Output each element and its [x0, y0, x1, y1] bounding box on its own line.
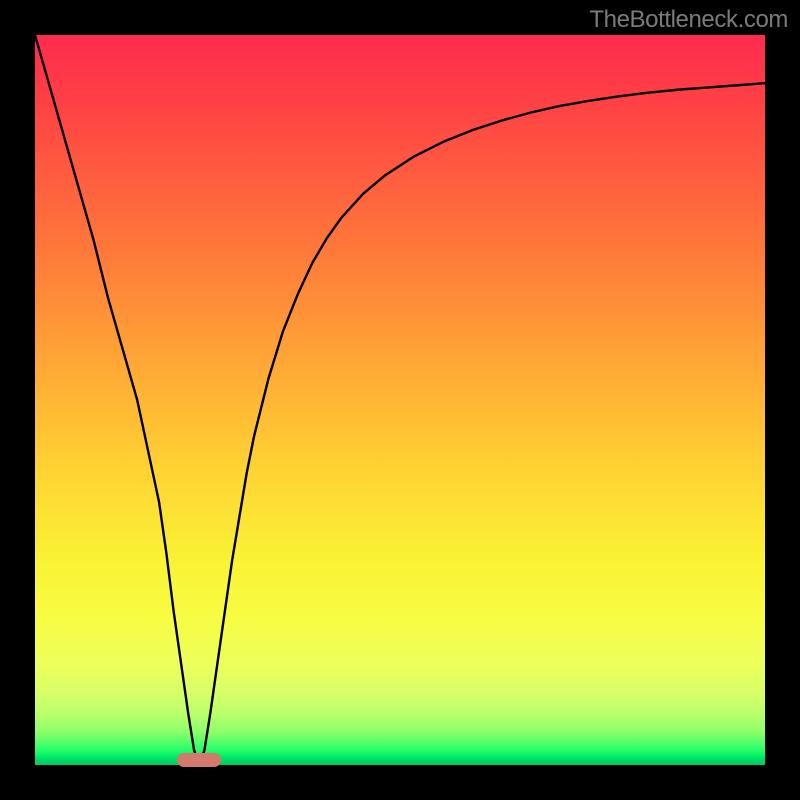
bottleneck-curve-path	[35, 35, 765, 765]
chart-container: TheBottleneck.com	[0, 0, 800, 800]
bottleneck-marker	[177, 753, 221, 767]
curve-svg	[35, 35, 765, 765]
plot-area	[35, 35, 765, 765]
watermark: TheBottleneck.com	[589, 6, 788, 34]
